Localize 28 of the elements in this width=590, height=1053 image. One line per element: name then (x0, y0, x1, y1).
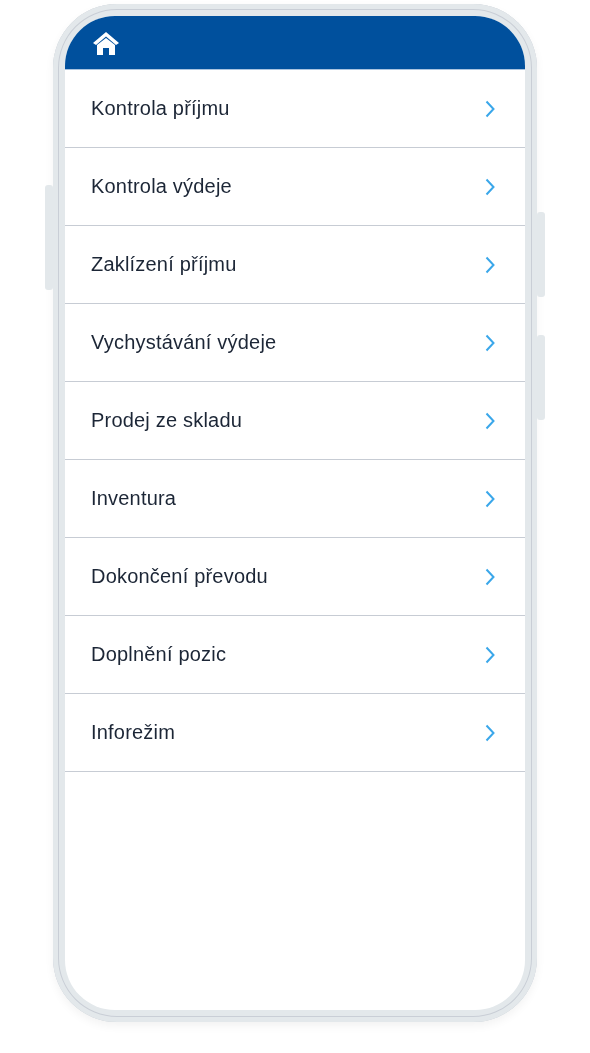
menu-item[interactable]: Inforežim (65, 694, 525, 772)
menu-label: Kontrola výdeje (91, 175, 232, 198)
chevron-right-icon (485, 333, 495, 352)
menu-item[interactable]: Dokončení převodu (65, 538, 525, 616)
menu-label: Kontrola příjmu (91, 97, 230, 120)
chevron-right-icon (485, 489, 495, 508)
menu-label: Inforežim (91, 721, 176, 744)
chevron-right-icon (485, 177, 495, 196)
menu-item[interactable]: Kontrola příjmu (65, 70, 525, 148)
menu-item[interactable]: Prodej ze skladu (65, 382, 525, 460)
chevron-right-icon (485, 99, 495, 118)
chevron-right-icon (485, 411, 495, 430)
chevron-right-icon (485, 567, 495, 586)
menu-label: Inventura (91, 487, 177, 510)
chevron-right-icon (485, 255, 495, 274)
chevron-right-icon (485, 723, 495, 742)
menu-item[interactable]: Inventura (65, 460, 525, 538)
menu-label: Dokončení převodu (91, 565, 268, 588)
menu-label: Zaklízení příjmu (91, 253, 237, 276)
home-icon[interactable] (92, 29, 120, 56)
menu-item[interactable]: Kontrola výdeje (65, 148, 525, 226)
chevron-right-icon (485, 645, 495, 664)
menu-item[interactable]: Doplnění pozic (65, 616, 525, 694)
menu-label: Prodej ze skladu (91, 409, 243, 432)
menu-item[interactable]: Zaklízení příjmu (65, 226, 525, 304)
menu-label: Doplnění pozic (91, 643, 227, 666)
menu-label: Vychystávání výdeje (91, 331, 277, 354)
menu-item[interactable]: Vychystávání výdeje (65, 304, 525, 382)
